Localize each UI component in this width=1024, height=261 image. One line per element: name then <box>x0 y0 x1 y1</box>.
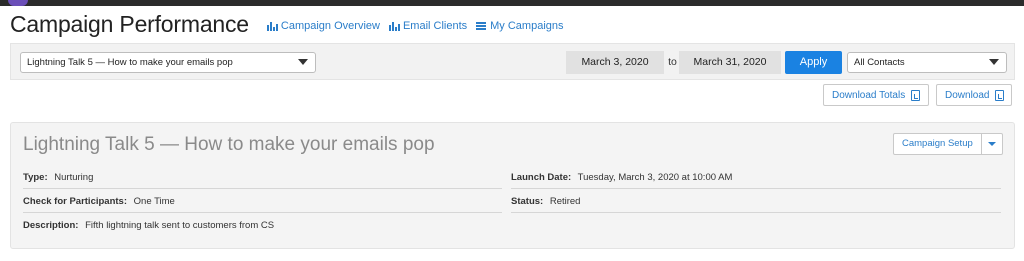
campaign-setup-button[interactable]: Campaign Setup <box>894 134 982 154</box>
chevron-down-icon <box>989 59 999 65</box>
list-icon <box>476 21 487 31</box>
download-totals-label: Download Totals <box>832 89 906 101</box>
type-field: Type: Nurturing <box>23 172 502 189</box>
pdf-file-icon <box>995 89 1005 101</box>
campaign-details-card: Lightning Talk 5 — How to make your emai… <box>10 122 1015 249</box>
status-value: Retired <box>549 196 581 207</box>
nav-campaign-overview-label: Campaign Overview <box>280 20 380 32</box>
bar-chart-icon <box>388 21 400 31</box>
campaign-select-value: Lightning Talk 5 — How to make your emai… <box>27 57 233 68</box>
nav-my-campaigns-label: My Campaigns <box>490 20 564 32</box>
launch-date-field: Launch Date: Tuesday, March 3, 2020 at 1… <box>511 172 1001 189</box>
launch-date-label: Launch Date: <box>511 172 572 183</box>
contacts-select-value: All Contacts <box>854 57 905 68</box>
page-header: Campaign Performance Campaign Overview E… <box>0 6 1024 43</box>
start-date-field[interactable]: March 3, 2020 <box>566 51 664 74</box>
description-label: Description: <box>23 220 79 231</box>
apply-button[interactable]: Apply <box>785 51 842 74</box>
nav-email-clients-label: Email Clients <box>402 20 468 32</box>
bar-chart-icon <box>266 21 278 31</box>
contacts-select[interactable]: All Contacts <box>847 52 1007 73</box>
header-nav: Campaign Overview Email Clients My Campa… <box>266 20 573 32</box>
type-value: Nurturing <box>54 172 94 183</box>
status-label: Status: <box>511 196 544 207</box>
download-button[interactable]: Download <box>936 84 1012 106</box>
end-date-field[interactable]: March 31, 2020 <box>679 51 781 74</box>
campaign-select[interactable]: Lightning Talk 5 — How to make your emai… <box>20 52 316 73</box>
participants-label: Check for Participants: <box>23 196 127 207</box>
excel-file-icon <box>911 89 921 101</box>
launch-date-value: Tuesday, March 3, 2020 at 10:00 AM <box>577 172 733 183</box>
campaign-setup-dropdown-icon[interactable] <box>982 134 1002 154</box>
description-field: Description: Fifth lightning talk sent t… <box>23 220 502 237</box>
chevron-down-icon <box>298 59 308 65</box>
download-totals-button[interactable]: Download Totals <box>823 84 929 106</box>
filter-bar: Lightning Talk 5 — How to make your emai… <box>10 43 1015 80</box>
participants-field: Check for Participants: One Time <box>23 196 502 213</box>
campaign-title: Lightning Talk 5 — How to make your emai… <box>23 134 435 155</box>
nav-my-campaigns[interactable]: My Campaigns <box>476 20 564 32</box>
nav-campaign-overview[interactable]: Campaign Overview <box>266 20 380 32</box>
to-label: to <box>668 56 677 68</box>
type-label: Type: <box>23 172 48 183</box>
nav-email-clients[interactable]: Email Clients <box>388 20 468 32</box>
description-value: Fifth lightning talk sent to customers f… <box>85 220 275 231</box>
campaign-setup-group: Campaign Setup <box>893 133 1003 155</box>
participants-value: One Time <box>133 196 175 207</box>
page-title: Campaign Performance <box>10 11 249 37</box>
status-field: Status: Retired <box>511 196 1001 213</box>
download-label: Download <box>945 89 990 101</box>
